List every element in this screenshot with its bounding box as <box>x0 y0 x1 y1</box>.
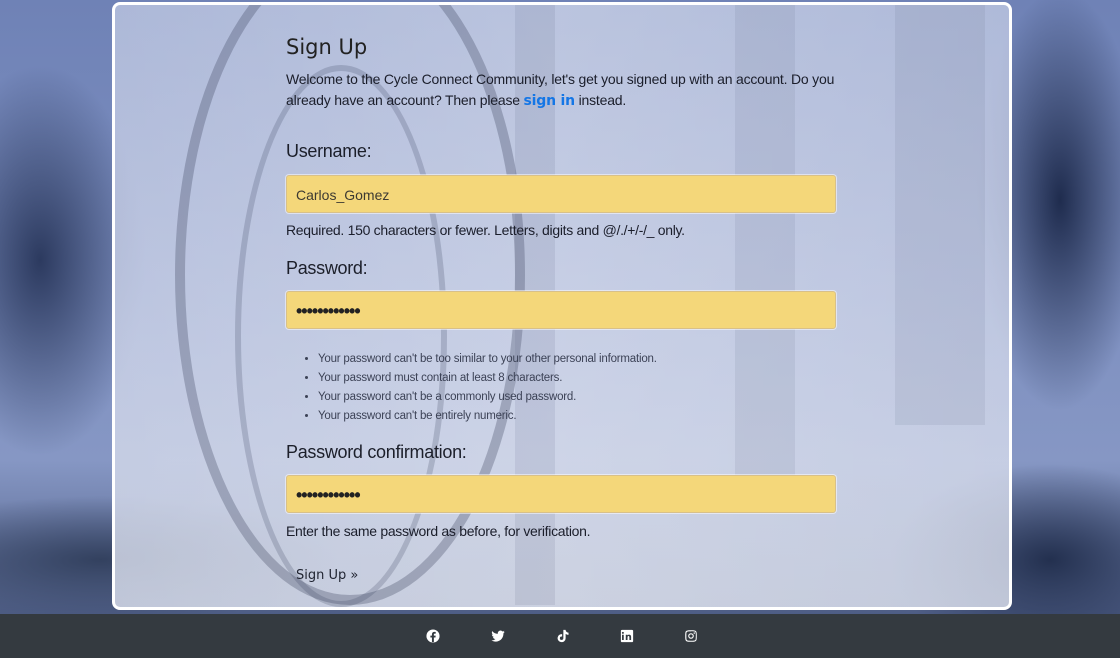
password-label: Password: <box>286 258 368 278</box>
page-title: Sign Up <box>286 35 368 59</box>
signin-link[interactable]: sign in <box>524 93 576 109</box>
footer <box>0 614 1120 658</box>
linkedin-icon[interactable] <box>618 627 636 645</box>
password-rule: Your password can't be entirely numeric. <box>318 407 657 426</box>
password-input[interactable]: •••••••••••• <box>286 291 836 329</box>
intro-text: Welcome to the Cycle Connect Community, … <box>286 69 846 112</box>
rider-shadow-right <box>895 5 985 425</box>
signup-submit-button[interactable]: Sign Up » <box>286 561 368 589</box>
username-help-text: Required. 150 characters or fewer. Lette… <box>286 222 685 238</box>
twitter-icon[interactable] <box>489 627 507 645</box>
password-confirmation-label: Password confirmation: <box>286 442 467 462</box>
signup-card: Sign Up Welcome to the Cycle Connect Com… <box>112 2 1012 610</box>
intro-suffix: instead. <box>578 92 627 108</box>
password-rule: Your password can't be too similar to yo… <box>318 350 657 369</box>
instagram-icon[interactable] <box>682 627 700 645</box>
tiktok-icon[interactable] <box>554 627 572 645</box>
username-input[interactable]: Carlos_Gomez <box>286 175 836 213</box>
password-confirmation-input[interactable]: •••••••••••• <box>286 475 836 513</box>
password-rule: Your password can't be a commonly used p… <box>318 388 657 407</box>
password-rules-list: Your password can't be too similar to yo… <box>286 350 657 426</box>
username-label: Username: <box>286 141 372 161</box>
password-confirmation-help-text: Enter the same password as before, for v… <box>286 523 591 539</box>
password-rule: Your password must contain at least 8 ch… <box>318 369 657 388</box>
facebook-icon[interactable] <box>424 627 442 645</box>
